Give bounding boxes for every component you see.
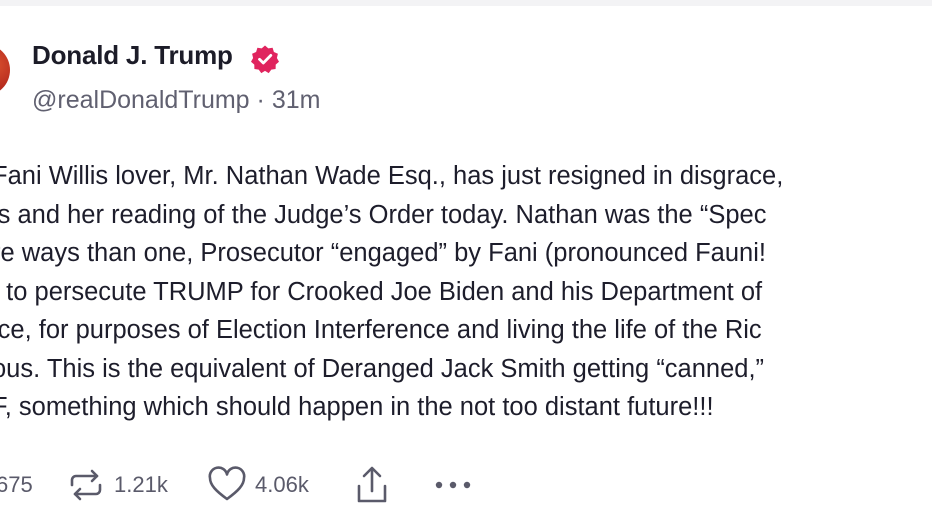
author-display-name[interactable]: Donald J. Trump: [32, 40, 233, 71]
share-icon: [354, 464, 390, 506]
repost-icon: [66, 465, 106, 505]
post-line: , to persecute TRUMP for Crooked Joe Bid…: [0, 277, 763, 306]
post-line: is and her reading of the Judge’s Order …: [0, 200, 767, 229]
post-line: re ways than one, Prosecutor “engaged” b…: [0, 239, 766, 267]
post-line: ous. This is the equivalent of Deranged …: [0, 354, 765, 383]
post-card: Donald J. Trump @realDonaldTrump · 31m F…: [0, 0, 932, 524]
post-body: Fani Willis lover, Mr. Nathan Wade Esq.,…: [0, 157, 783, 427]
meta-separator: ·: [256, 86, 265, 114]
post-timestamp[interactable]: 31m: [272, 86, 321, 114]
more-options-button[interactable]: [434, 462, 472, 508]
like-count: 4.06k: [255, 472, 309, 497]
more-icon: [434, 479, 472, 491]
verified-badge-icon: [250, 44, 280, 74]
like-button[interactable]: 4.06k: [207, 462, 309, 508]
reply-count: 675: [0, 472, 33, 497]
heart-icon: [207, 465, 247, 505]
author-handle[interactable]: @realDonaldTrump: [32, 86, 250, 114]
post-line: F, something which should happen in the …: [0, 393, 714, 421]
post-action-bar: 675 1.21k 4.06k: [0, 462, 932, 508]
repost-button[interactable]: 1.21k: [66, 462, 168, 508]
author-meta: @realDonaldTrump · 31m: [32, 86, 320, 115]
share-button[interactable]: [354, 462, 390, 508]
repost-count: 1.21k: [114, 472, 168, 497]
post-line: Fani Willis lover, Mr. Nathan Wade Esq.,…: [0, 162, 784, 190]
author-avatar[interactable]: [0, 44, 10, 96]
top-divider: [0, 0, 932, 6]
reply-button[interactable]: 675: [0, 462, 33, 508]
post-line: ice, for purposes of Election Interferen…: [0, 316, 762, 344]
